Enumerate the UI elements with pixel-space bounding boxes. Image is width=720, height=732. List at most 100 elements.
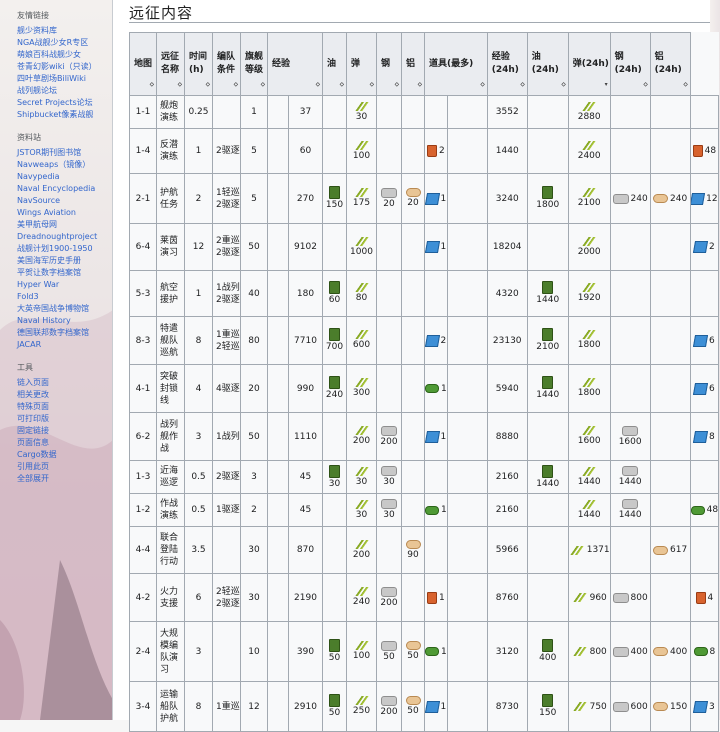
cell-steel-value: 200 (380, 706, 398, 717)
cell-item-value: 1 (441, 646, 447, 657)
col-header-bauxite24[interactable]: 铝(24h) ⬦ (649, 32, 691, 96)
cell-spacer (446, 316, 488, 365)
sidebar-link[interactable]: Navweaps（镜像） (17, 159, 113, 171)
item-icon (425, 700, 440, 713)
steel-icon (381, 187, 397, 198)
sidebar-link[interactable]: 平贺让数字档案馆 (17, 267, 113, 279)
sidebar-link[interactable]: Shipbucket像素战舰 (17, 109, 113, 121)
sidebar-link[interactable]: 全部展开 (17, 473, 113, 485)
col-header-exp24[interactable]: 经验(24h) ⬦ (486, 32, 528, 96)
sidebar-link[interactable]: Navypedia (17, 171, 113, 183)
bucket-icon (427, 145, 437, 157)
sidebar-link[interactable]: Secret Projects论坛 (17, 97, 113, 109)
sidebar-link[interactable]: 萌娘百科战舰少女 (17, 49, 113, 61)
sidebar-link[interactable]: 美国海军历史手册 (17, 255, 113, 267)
cell-bauxite24 (649, 460, 691, 494)
col-header-item[interactable]: 道具(最多) ⬦ (424, 32, 488, 96)
cell-steel24-content: 1440 (611, 466, 649, 488)
sidebar-link[interactable]: 德国联邦数字档案馆 (17, 327, 113, 339)
cell-bauxite (401, 493, 425, 527)
sidebar-link[interactable]: Wings Aviation (17, 207, 113, 219)
sidebar-link[interactable]: 战列舰论坛 (17, 85, 113, 97)
cell-exp24: 23130 (486, 316, 528, 365)
sidebar-link[interactable]: NGA战舰少女R专区 (17, 37, 113, 49)
cell-item-content: 1 (425, 646, 447, 658)
cell-fuel24-content: 1440 (528, 281, 567, 306)
col-header-ammo24[interactable]: 弹(24h) ▾ (567, 32, 611, 96)
col-header-steel24[interactable]: 钢(24h) ⬦ (609, 32, 651, 96)
col-header-name[interactable]: 远征名称 ⬦ (156, 32, 185, 96)
cell-map: 6-4 (129, 223, 157, 271)
cell-flag: 50 (240, 223, 268, 271)
sidebar-link[interactable]: 可打印版 (17, 413, 113, 425)
sidebar-link[interactable]: 美甲航母网 (17, 219, 113, 231)
sidebar-link[interactable]: Cargo数据 (17, 449, 113, 461)
fuel-icon (329, 639, 340, 652)
torch-icon (691, 505, 705, 515)
cell-steel-value: 200 (380, 597, 398, 608)
cell-bauxite-value: 90 (407, 549, 419, 560)
cell-name: 护航任务 (156, 173, 185, 224)
sidebar-link[interactable]: Dreadnoughtproject (17, 231, 113, 243)
cell-map: 4-4 (129, 526, 157, 574)
sidebar-link[interactable]: Fold3 (17, 291, 113, 303)
col-header-time[interactable]: 时间(h) ⬦ (184, 32, 213, 96)
cell-ammo-value: 30 (355, 111, 368, 122)
cell-exp: 9102 (288, 223, 323, 271)
col-header-ammo[interactable]: 弹 ⬦ (346, 32, 377, 96)
sidebar-link[interactable]: JACAR (17, 339, 113, 351)
sidebar-heading: 工具 (17, 363, 33, 372)
cell-name: 反潜演练 (156, 128, 185, 174)
col-header-bauxite[interactable]: 铝 ⬦ (401, 32, 425, 96)
bx-icon (653, 647, 669, 656)
steel-icon (381, 640, 397, 651)
sidebar-link[interactable]: 固定链接 (17, 425, 113, 437)
cell-fuel24-value: 2100 (536, 342, 560, 352)
sidebar-link[interactable]: 大英帝国战争博物馆 (17, 303, 113, 315)
col-header-map[interactable]: 地图 ⬦ (129, 32, 157, 96)
sidebar-link[interactable]: 战舰计划1900-1950 (17, 243, 113, 255)
cell-item24: 3 (689, 681, 720, 732)
cell-item: 2 (424, 128, 448, 174)
sidebar-link[interactable]: Naval Encyclopedia (17, 183, 113, 195)
col-header-fuel[interactable]: 油 ⬦ (322, 32, 347, 96)
cell-fuel24: 2100 (526, 316, 569, 365)
cell-exp24: 18204 (486, 223, 528, 271)
cell-steel-content: 200 (378, 586, 401, 609)
col-header-steel[interactable]: 钢 ⬦ (376, 32, 402, 96)
sidebar-link[interactable]: 舰少资料库 (17, 25, 113, 37)
sidebar-link[interactable]: 苍青幻影wiki（只读） (17, 61, 113, 73)
col-header-fuel24[interactable]: 油(24h) ⬦ (526, 32, 569, 96)
sidebar-link[interactable]: JSTOR期刊图书馆 (17, 147, 113, 159)
cell-exp: 1110 (288, 412, 323, 461)
sidebar-link[interactable]: 链入页面 (17, 377, 113, 389)
cell-bauxite (401, 270, 425, 317)
sidebar-link[interactable]: Hyper War (17, 279, 113, 291)
cell-fuel24 (526, 573, 569, 622)
cell-item24-content: 8 (691, 646, 717, 658)
sidebar-link[interactable]: 四叶草剧场BiliWiki (17, 73, 113, 85)
col-header-exp[interactable]: 经验 ⬦ (267, 32, 323, 96)
cell-bauxite (401, 223, 425, 271)
cell-fuel24: 400 (526, 621, 569, 682)
cell-fuel24: 1440 (526, 460, 569, 494)
col-header-flag[interactable]: 旗舰等级 ⬦ (240, 32, 268, 96)
col-header-fleet[interactable]: 编队条件 ⬦ (212, 32, 241, 96)
cell-steel24: 400 (609, 621, 651, 682)
cell-fuel: 50 (322, 621, 347, 682)
cell-name: 莱茵演习 (156, 223, 185, 271)
cell-item24-content: 48 (691, 145, 717, 157)
cell-name: 运输船队护航 (156, 681, 185, 732)
sidebar-link[interactable]: Naval History (17, 315, 113, 327)
fuel-icon (542, 464, 554, 478)
sidebar-link[interactable]: 引用此页 (17, 461, 113, 473)
cell-item24-content: 4 (691, 591, 717, 604)
ammo-icon (353, 101, 370, 111)
sidebar-link[interactable]: 页面信息 (17, 437, 113, 449)
cell-item24-value: 2 (709, 242, 715, 252)
cell-fuel24 (526, 493, 569, 527)
sidebar-link[interactable]: NavSource (17, 195, 113, 207)
cell-ammo-content: 250 (348, 696, 376, 717)
sidebar-link[interactable]: 相关更改 (17, 389, 113, 401)
sidebar-link[interactable]: 特殊页面 (17, 401, 113, 413)
